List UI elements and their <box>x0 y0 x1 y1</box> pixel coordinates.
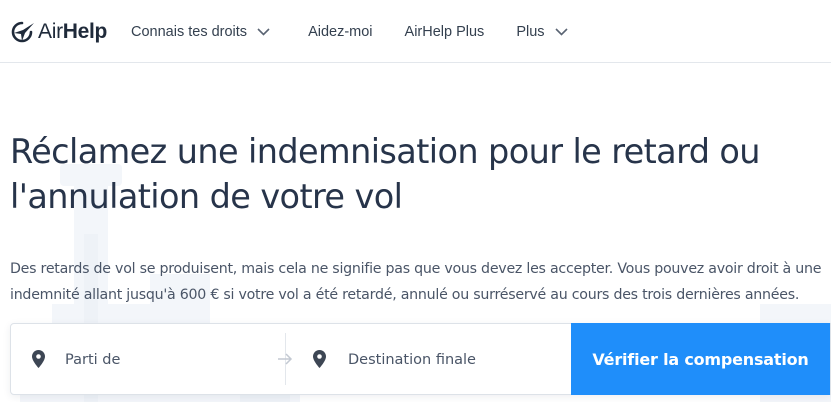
flight-search-form: Vérifier la compensation <box>10 323 831 395</box>
nav-item-label: AirHelp Plus <box>404 23 485 40</box>
location-pin-icon <box>32 350 45 368</box>
arrow-right-icon <box>278 353 293 365</box>
chevron-down-icon <box>257 27 270 36</box>
check-compensation-button[interactable]: Vérifier la compensation <box>571 323 830 395</box>
nav-item-more[interactable]: Plus <box>516 0 568 63</box>
page-title: Réclamez une indemnisation pour le retar… <box>10 132 761 216</box>
destination-field[interactable] <box>286 324 574 394</box>
nav-item-label: Aidez-moi <box>308 23 373 40</box>
chevron-down-icon <box>554 27 568 36</box>
hero-description: Des retards de vol se produisent, mais c… <box>10 261 822 303</box>
destination-input[interactable] <box>348 348 548 372</box>
top-header: AirHelp Connais tes droits Aidez-moi Air… <box>0 0 831 63</box>
nav-item-airhelp-plus[interactable]: AirHelp Plus <box>405 0 485 63</box>
nav-item-rights[interactable]: Connais tes droits <box>131 0 270 63</box>
departure-input[interactable] <box>65 348 265 372</box>
nav-item-label: Plus <box>516 23 545 40</box>
location-pin-icon <box>313 350 326 368</box>
airhelp-logo[interactable]: AirHelp <box>10 20 107 44</box>
nav-item-help[interactable]: Aidez-moi <box>308 0 372 63</box>
main-nav: Connais tes droits Aidez-moi AirHelp Plu… <box>131 0 568 63</box>
airhelp-plane-icon <box>11 21 34 43</box>
departure-field[interactable] <box>11 324 285 394</box>
nav-item-label: Connais tes droits <box>131 23 248 40</box>
brand-name: AirHelp <box>38 20 108 43</box>
